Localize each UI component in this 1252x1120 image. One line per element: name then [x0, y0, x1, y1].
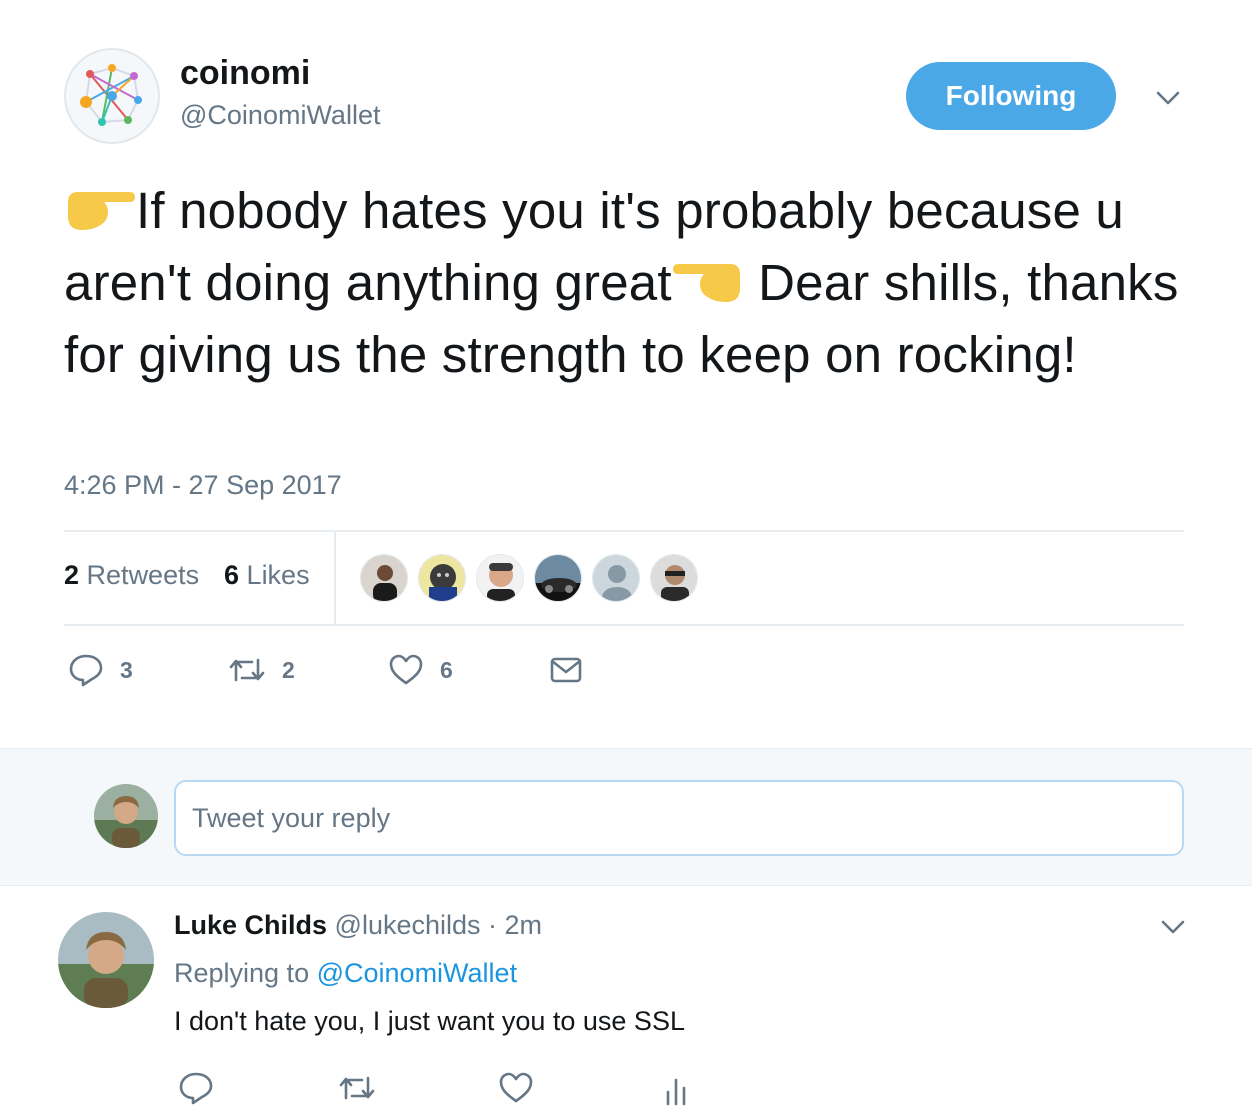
- retweet-icon: [339, 1076, 375, 1100]
- likes-stat[interactable]: 6 Likes: [224, 560, 310, 591]
- reply-time[interactable]: · 2m: [488, 910, 542, 940]
- reply-author-avatar[interactable]: [58, 912, 154, 1008]
- reply-author-handle[interactable]: @lukechilds: [335, 910, 481, 940]
- reply-author-name[interactable]: Luke Childs: [174, 910, 327, 940]
- replying-to-handle-link[interactable]: @CoinomiWallet: [317, 958, 517, 988]
- liker-avatar[interactable]: [418, 554, 466, 602]
- reply-analytics-action[interactable]: [658, 1068, 694, 1108]
- pointing-right-emoji-icon: [64, 182, 136, 250]
- analytics-icon: [666, 1078, 686, 1106]
- divider: [64, 530, 1184, 532]
- retweet-icon: [229, 658, 265, 682]
- liker-avatar[interactable]: [592, 554, 640, 602]
- retweet-count: 2: [282, 656, 295, 683]
- chevron-down-icon[interactable]: [1152, 84, 1184, 112]
- reply-author-line: Luke Childs @lukechilds · 2m: [174, 910, 542, 941]
- author-display-name[interactable]: coinomi: [180, 54, 310, 93]
- current-user-avatar: [94, 784, 158, 848]
- tweet-text: If nobody hates you it's probably becaus…: [64, 178, 1204, 388]
- reply-retweet-action[interactable]: [338, 1068, 376, 1108]
- divider: [64, 624, 1184, 626]
- reply-icon: [69, 654, 103, 687]
- like-count: 6: [440, 656, 453, 683]
- reply-count: 3: [120, 656, 133, 683]
- liker-avatars: [360, 554, 698, 602]
- tweet-timestamp[interactable]: 4:26 PM - 27 Sep 2017: [64, 470, 342, 501]
- liker-avatar[interactable]: [360, 554, 408, 602]
- reply-action[interactable]: 3: [68, 650, 133, 690]
- envelope-icon: [550, 657, 582, 683]
- retweet-action[interactable]: 2: [228, 650, 295, 690]
- like-action[interactable]: 6: [388, 650, 453, 690]
- liker-avatar[interactable]: [650, 554, 698, 602]
- divider: [334, 532, 336, 624]
- reply-text: I don't hate you, I just want you to use…: [174, 1006, 685, 1036]
- reply-icon: [179, 1072, 213, 1105]
- coinomi-logo-icon: [80, 64, 142, 126]
- heart-icon: [499, 1072, 533, 1103]
- reply-input[interactable]: [174, 780, 1184, 856]
- replying-to-line: Replying to @CoinomiWallet: [174, 958, 518, 988]
- following-button[interactable]: Following: [906, 62, 1116, 130]
- retweets-stat[interactable]: 2 Retweets: [64, 560, 199, 591]
- pointing-left-emoji-icon: [672, 254, 744, 322]
- author-avatar[interactable]: [64, 48, 160, 144]
- author-handle[interactable]: @CoinomiWallet: [180, 100, 380, 131]
- heart-icon: [389, 654, 423, 685]
- reply-reply-action[interactable]: [178, 1068, 214, 1108]
- direct-message-action[interactable]: [548, 650, 584, 690]
- chevron-down-icon[interactable]: [1158, 914, 1188, 940]
- liker-avatar[interactable]: [476, 554, 524, 602]
- liker-avatar[interactable]: [534, 554, 582, 602]
- reply-like-action[interactable]: [498, 1068, 534, 1108]
